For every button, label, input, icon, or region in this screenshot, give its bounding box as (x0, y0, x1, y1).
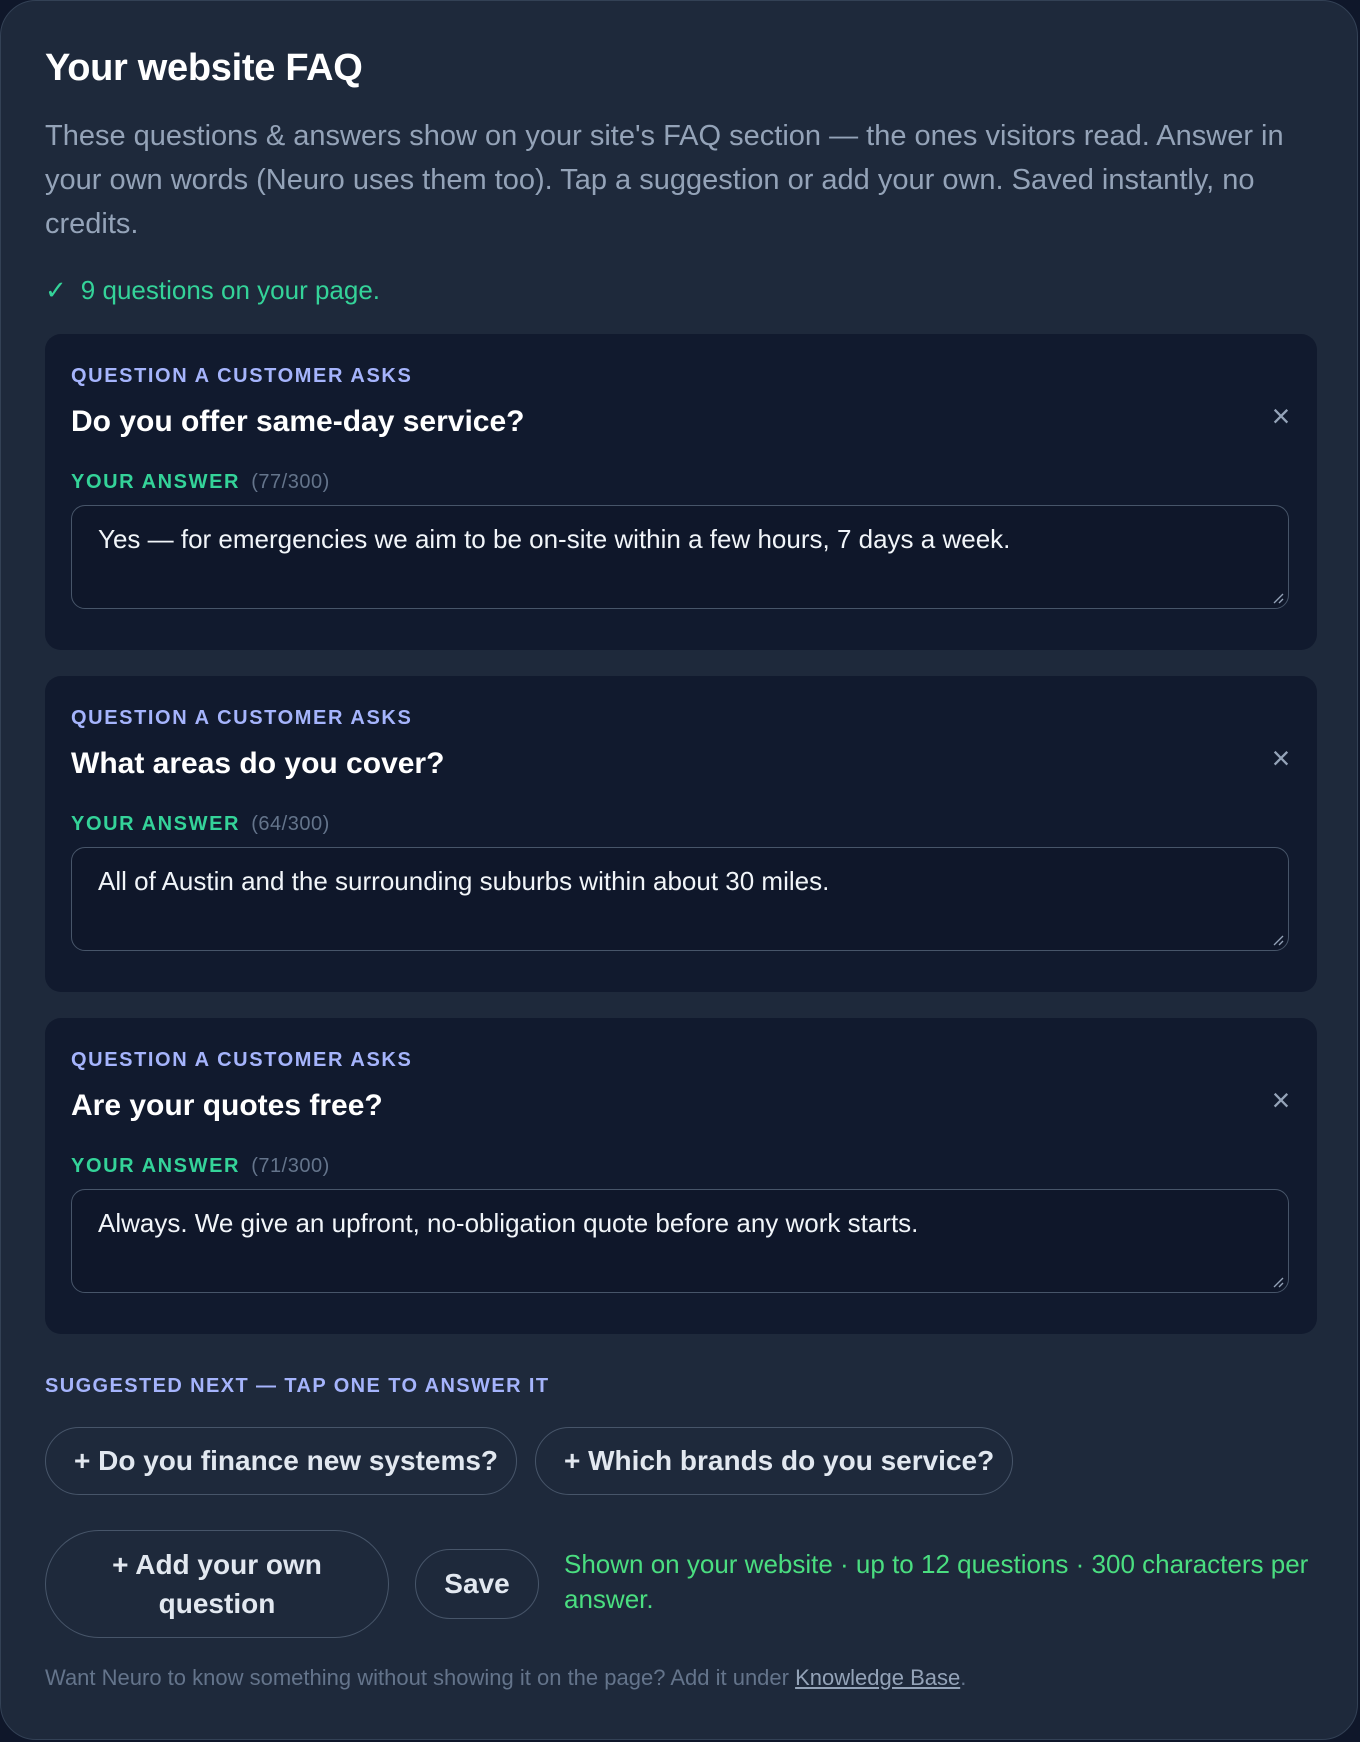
close-icon: × (1271, 739, 1291, 776)
answer-label-row: YOUR ANSWER (77/300) (71, 471, 330, 494)
answer-char-counter: (71/300) (251, 1155, 330, 1177)
close-icon: × (1271, 397, 1291, 434)
question-text[interactable]: Are your quotes free? (71, 1089, 383, 1123)
answer-label: YOUR ANSWER (71, 813, 241, 835)
page-title: Your website FAQ (45, 47, 363, 89)
answer-textarea[interactable]: Yes — for emergencies we aim to be on-si… (71, 505, 1289, 609)
answer-text: Yes — for emergencies we aim to be on-si… (98, 524, 1011, 554)
answer-label: YOUR ANSWER (71, 471, 241, 493)
answer-label: YOUR ANSWER (71, 1155, 241, 1177)
answer-label-row: YOUR ANSWER (64/300) (71, 813, 330, 836)
remove-question-button[interactable]: × (1261, 738, 1301, 778)
faq-panel: Your website FAQ These questions & answe… (0, 0, 1358, 1740)
question-label: QUESTION A CUSTOMER ASKS (71, 1049, 413, 1071)
check-icon: ✓ (45, 275, 67, 305)
footer-text: Want Neuro to know something without sho… (45, 1665, 796, 1690)
faq-card: QUESTION A CUSTOMER ASKS What areas do y… (45, 676, 1317, 992)
remove-question-button[interactable]: × (1261, 396, 1301, 436)
question-label: QUESTION A CUSTOMER ASKS (71, 707, 413, 729)
add-own-question-button[interactable]: + Add your own question (45, 1530, 389, 1638)
footer-note: Want Neuro to know something without sho… (45, 1665, 966, 1691)
answer-label-row: YOUR ANSWER (71/300) (71, 1155, 330, 1178)
save-button[interactable]: Save (415, 1549, 539, 1619)
resize-handle-icon[interactable] (1272, 1276, 1284, 1288)
question-label: QUESTION A CUSTOMER ASKS (71, 365, 413, 387)
footer-period: . (960, 1665, 967, 1690)
answer-textarea[interactable]: All of Austin and the surrounding suburb… (71, 847, 1289, 951)
resize-handle-icon[interactable] (1272, 592, 1284, 604)
suggestion-chip-finance[interactable]: + Do you finance new systems? (45, 1427, 517, 1495)
question-count-text: 9 questions on your page. (80, 275, 381, 305)
answer-text: Always. We give an upfront, no-obligatio… (98, 1208, 919, 1238)
close-icon: × (1271, 1081, 1291, 1118)
answer-textarea[interactable]: Always. We give an upfront, no-obligatio… (71, 1189, 1289, 1293)
answer-text: All of Austin and the surrounding suburb… (98, 866, 830, 896)
resize-handle-icon[interactable] (1272, 934, 1284, 946)
suggestion-chip-brands[interactable]: + Which brands do you service? (535, 1427, 1013, 1495)
answer-char-counter: (77/300) (251, 471, 330, 493)
answer-char-counter: (64/300) (251, 813, 330, 835)
question-text[interactable]: What areas do you cover? (71, 747, 444, 781)
knowledge-base-link[interactable]: Knowledge Base (795, 1665, 960, 1690)
question-count-status: ✓ 9 questions on your page. (45, 275, 380, 306)
suggestions-label: SUGGESTED NEXT — TAP ONE TO ANSWER IT (45, 1375, 550, 1397)
limits-note: Shown on your website · up to 12 questio… (564, 1549, 1309, 1614)
faq-card: QUESTION A CUSTOMER ASKS Do you offer sa… (45, 334, 1317, 650)
question-text[interactable]: Do you offer same-day service? (71, 405, 525, 439)
page-intro: These questions & answers show on your s… (45, 120, 1284, 240)
faq-card: QUESTION A CUSTOMER ASKS Are your quotes… (45, 1018, 1317, 1334)
remove-question-button[interactable]: × (1261, 1080, 1301, 1120)
